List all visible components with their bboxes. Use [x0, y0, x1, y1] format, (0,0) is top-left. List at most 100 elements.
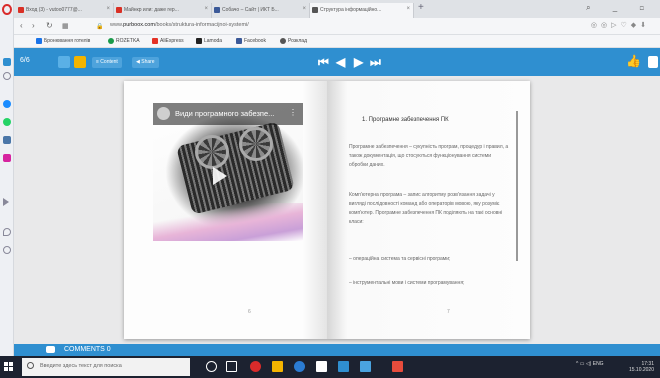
bookmark-label: ROZETKA	[116, 38, 140, 44]
tab-gmail[interactable]: Вход (3) - vutoo0777@... ×	[16, 3, 114, 18]
channel-avatar[interactable]	[157, 107, 170, 120]
clock-date: 15.10.2020	[628, 367, 654, 373]
url-path: /books/struktura-informacijnoi-systemi/	[154, 22, 249, 28]
last-page-icon[interactable]: ⏭	[370, 55, 381, 70]
taskbar-search-input[interactable]: Введите здесь текст для поиска	[22, 358, 190, 376]
url-prefix: www.	[110, 22, 124, 28]
video-background-swirl	[153, 203, 303, 241]
window-controls[interactable]: ⌕ _ ◻	[586, 3, 654, 13]
comments-bar[interactable]: COMMENTS 0	[14, 344, 660, 356]
close-icon[interactable]: ×	[406, 6, 410, 12]
next-page-icon[interactable]: ▶	[354, 55, 363, 69]
more-icon[interactable]: ⋮	[289, 108, 297, 117]
home-icon[interactable]	[3, 72, 11, 80]
messenger-icon[interactable]	[3, 100, 11, 108]
fan-image	[239, 127, 273, 161]
bookmark-label: AliExpress	[160, 38, 184, 44]
left-page-number: 6	[248, 309, 251, 315]
list-item: – операційна система та сервісні програм…	[349, 256, 451, 262]
video-title[interactable]: Види програмного забезпе...	[175, 109, 274, 118]
tab-flipbook[interactable]: Структура інформаційно... ×	[310, 3, 414, 18]
speed-dial-icon[interactable]	[3, 58, 11, 66]
player-icon[interactable]	[3, 198, 9, 206]
task-view-icon[interactable]	[226, 361, 237, 372]
tab-label: Структура інформаційно...	[320, 7, 382, 13]
bookmark-label: Lamoda	[204, 38, 223, 44]
fan-image	[195, 135, 229, 169]
browser-sidebar	[0, 0, 14, 356]
bookmark-label: Facebook	[244, 38, 266, 44]
tray-icons[interactable]: ^ ▭ ◁) ENG	[576, 361, 604, 367]
address-bar: ‹ › ↻ ▦ 🔒 www.purboox.com/books/struktur…	[14, 18, 660, 35]
flipbook-toolbar: 6/6 ≡ Content ◀ Share ⏮ ◀ ▶ ⏭ 👍	[14, 48, 660, 76]
vk-icon[interactable]	[3, 136, 11, 144]
open-book: Види програмного забезпе... ⋮ 6 1. Прогр…	[124, 81, 530, 339]
pencil-icon[interactable]	[74, 56, 86, 68]
windows-start-icon[interactable]	[4, 362, 13, 371]
lock-icon: 🔒	[96, 24, 104, 30]
page-scrollbar[interactable]	[516, 111, 518, 261]
prev-page-icon[interactable]: ◀	[336, 55, 345, 69]
mail-icon[interactable]	[338, 361, 349, 372]
share-button[interactable]: ◀ Share	[132, 57, 159, 68]
first-page-icon[interactable]: ⏮	[318, 55, 329, 70]
rozetka-icon	[108, 38, 114, 44]
address-actions[interactable]: ◎◎▷♡◆⬇	[591, 21, 650, 29]
bookmark-label: Розклад	[288, 38, 307, 44]
paragraph: Програмне забезпечення – сукупність прог…	[349, 144, 509, 168]
screen: Вход (3) - vutoo0777@... × Майнкр или: д…	[0, 0, 660, 378]
tab-youtube[interactable]: Майнкр или: даже гер... ×	[114, 3, 212, 18]
bookmark-facebook[interactable]: Facebook	[236, 38, 266, 44]
close-icon[interactable]: ×	[302, 6, 306, 12]
rozklad-icon	[280, 38, 286, 44]
close-icon[interactable]: ×	[204, 6, 208, 12]
youtube-icon	[116, 7, 122, 13]
forward-icon[interactable]: ›	[32, 21, 35, 30]
opera-logo-icon[interactable]	[2, 4, 12, 15]
cortana-icon[interactable]	[206, 361, 217, 372]
facebook-icon	[236, 38, 242, 44]
tab-site[interactable]: Собачо – Сайт | ИКТ Б... ×	[212, 3, 310, 18]
system-tray[interactable]: ^ ▭ ◁) ENG 17:31 15.10.2020	[576, 361, 654, 373]
section-title: 1. Програмне забезпечення ПК	[362, 117, 449, 123]
bookmark-aliexpress[interactable]: AliExpress	[152, 38, 184, 44]
flipbook-icon	[312, 7, 318, 13]
bookmarks-bar: Бронювання готелів ROZETKA AliExpress La…	[14, 35, 660, 48]
store-icon[interactable]	[316, 361, 327, 372]
bookmark-lamoda[interactable]: Lamoda	[196, 38, 222, 44]
back-icon[interactable]: ‹	[20, 21, 23, 30]
left-page: Види програмного забезпе... ⋮ 6	[124, 81, 327, 339]
bookmark-rozetka[interactable]: ROZETKA	[108, 38, 140, 44]
bookmark-booking[interactable]: Бронювання готелів	[36, 38, 90, 44]
edit-icon[interactable]	[58, 56, 70, 68]
app-icon[interactable]	[392, 361, 403, 372]
comments-label: COMMENTS 0	[64, 346, 111, 353]
contents-button[interactable]: ≡ Content	[92, 57, 122, 68]
bookmark-rozklad[interactable]: Розклад	[280, 38, 307, 44]
close-icon[interactable]: ×	[106, 6, 110, 12]
tabs-grid-icon[interactable]: ▦	[62, 22, 69, 30]
url-field[interactable]: www.purboox.com/books/struktura-informac…	[110, 22, 249, 28]
search-placeholder: Введите здесь текст для поиска	[40, 363, 122, 369]
embedded-video[interactable]: Види програмного забезпе... ⋮	[153, 103, 303, 241]
favorites-icon[interactable]	[3, 228, 11, 236]
comment-icon	[46, 346, 55, 353]
tab-label: Собачо – Сайт | ИКТ Б...	[222, 7, 279, 13]
new-tab-button[interactable]: +	[418, 2, 424, 13]
list-item: – інструментальні мови і системи програм…	[349, 280, 465, 286]
tab-bar: Вход (3) - vutoo0777@... × Майнкр или: д…	[14, 0, 660, 18]
tab-label: Майнкр или: даже гер...	[124, 7, 179, 13]
edge-icon[interactable]	[294, 361, 305, 372]
instagram-icon[interactable]	[3, 154, 11, 162]
like-icon[interactable]: 👍	[626, 54, 641, 68]
paragraph: Комп'ютерна програма – запис алгоритму р…	[349, 192, 503, 225]
reload-icon[interactable]: ↻	[46, 21, 53, 30]
whatsapp-icon[interactable]	[3, 118, 11, 126]
play-icon[interactable]	[213, 167, 227, 185]
opera-taskbar-icon[interactable]	[250, 361, 261, 372]
history-icon[interactable]	[3, 246, 11, 254]
menu-icon[interactable]	[648, 56, 658, 68]
aliexpress-icon	[152, 38, 158, 44]
app-icon[interactable]	[360, 361, 371, 372]
file-explorer-icon[interactable]	[272, 361, 283, 372]
